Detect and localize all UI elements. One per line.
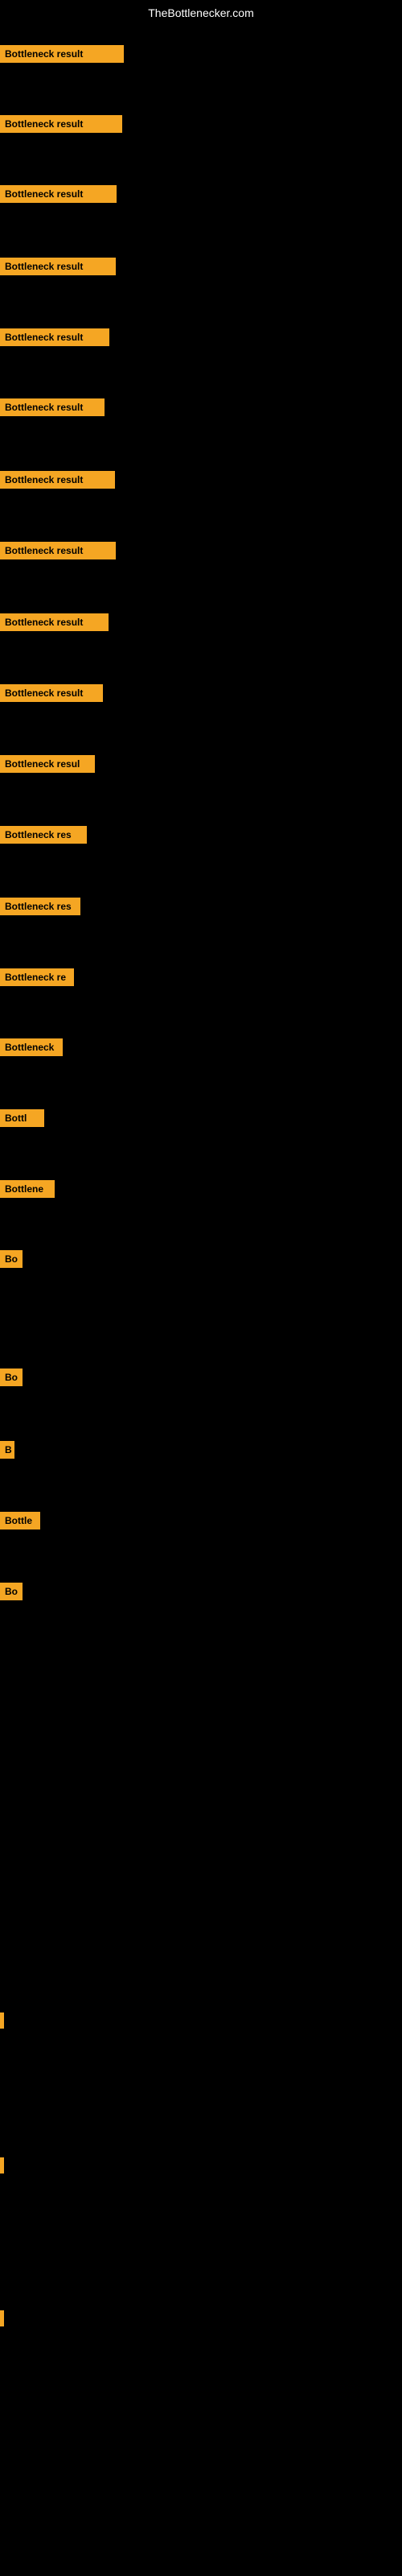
site-title: TheBottlenecker.com — [0, 0, 402, 26]
bottleneck-result-item: Bottleneck result — [0, 115, 122, 133]
bar-item — [0, 2013, 4, 2029]
bottleneck-result-item: Bottleneck result — [0, 471, 115, 489]
bottleneck-result-item: Bottleneck result — [0, 398, 105, 416]
bottleneck-result-item: Bottleneck res — [0, 898, 80, 915]
bottleneck-result-item: Bo — [0, 1583, 23, 1600]
bottleneck-result-item: Bottleneck res — [0, 826, 87, 844]
bottleneck-result-item: Bottleneck result — [0, 185, 117, 203]
bottleneck-result-item: Bottleneck result — [0, 45, 124, 63]
bottleneck-result-item: Bottleneck result — [0, 613, 109, 631]
bottleneck-result-item: Bottleneck result — [0, 542, 116, 559]
bottleneck-result-item: Bottleneck — [0, 1038, 63, 1056]
bottleneck-result-item: Bo — [0, 1250, 23, 1268]
bottleneck-result-item: Bottl — [0, 1109, 44, 1127]
bar-item — [0, 2157, 4, 2174]
bottleneck-result-item: Bottleneck result — [0, 684, 103, 702]
bottleneck-result-item: Bottleneck result — [0, 258, 116, 275]
bottleneck-result-item: B — [0, 1441, 14, 1459]
bottleneck-result-item: Bo — [0, 1368, 23, 1386]
bottleneck-result-item: Bottleneck result — [0, 328, 109, 346]
bottleneck-result-item: Bottlene — [0, 1180, 55, 1198]
bottleneck-result-item: Bottle — [0, 1512, 40, 1530]
bottleneck-result-item: Bottleneck resul — [0, 755, 95, 773]
bottleneck-result-item: Bottleneck re — [0, 968, 74, 986]
bar-item — [0, 2310, 4, 2326]
